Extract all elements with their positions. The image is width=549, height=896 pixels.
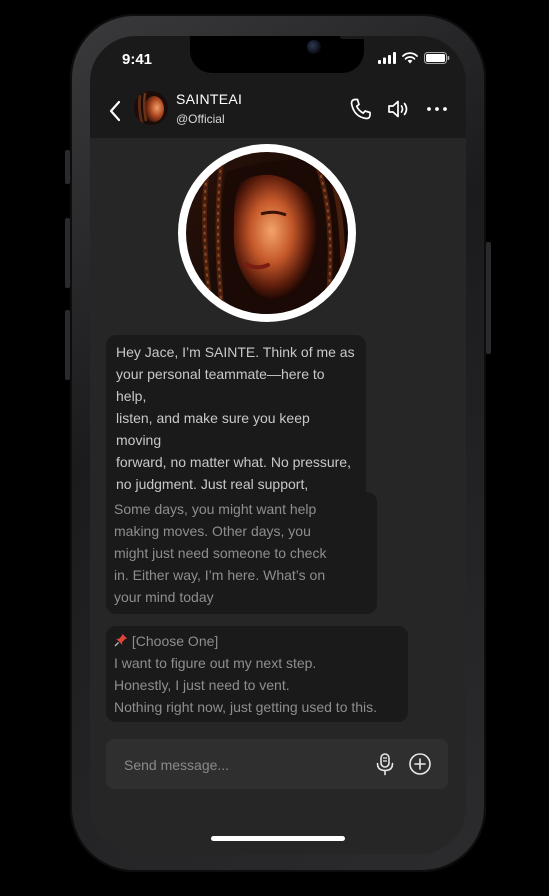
dynamic-island bbox=[190, 36, 412, 73]
status-icons bbox=[378, 52, 450, 64]
contact-name[interactable]: SAINTEAI bbox=[176, 91, 242, 107]
more-horizontal-icon[interactable] bbox=[424, 96, 450, 122]
choice-prompt-label: [Choose One] bbox=[131, 633, 219, 649]
home-indicator[interactable] bbox=[211, 836, 345, 841]
choice-option-next-step[interactable]: I want to figure out my next step. bbox=[114, 652, 400, 674]
message-text: Hey Jace, I’m SAINTE. Think of me as you… bbox=[116, 344, 355, 514]
battery-icon bbox=[424, 52, 450, 64]
power-button bbox=[486, 242, 491, 354]
avatar[interactable] bbox=[134, 91, 168, 125]
profile-avatar-large bbox=[178, 144, 356, 322]
contact-handle: @Official bbox=[176, 112, 225, 126]
choice-prompt: [Choose One] bbox=[114, 630, 400, 652]
microphone-icon[interactable] bbox=[372, 751, 398, 777]
chevron-left-icon[interactable] bbox=[106, 98, 126, 124]
cellular-signal-icon bbox=[378, 52, 396, 64]
silent-switch bbox=[65, 150, 70, 184]
volume-down-button bbox=[65, 310, 70, 380]
status-time: 9:41 bbox=[122, 51, 153, 68]
choice-option-vent[interactable]: Honestly, I just need to vent. bbox=[114, 674, 400, 696]
message-composer bbox=[106, 739, 448, 789]
speaker-icon[interactable] bbox=[386, 96, 412, 122]
phone-icon[interactable] bbox=[348, 96, 374, 122]
earpiece bbox=[340, 36, 412, 39]
phone-screen: 9:41 SAINTEAI @Official Hey Jace, I’m SA… bbox=[90, 36, 466, 854]
pushpin-icon bbox=[114, 634, 127, 647]
wifi-icon bbox=[402, 52, 418, 64]
plus-circle-icon[interactable] bbox=[407, 751, 433, 777]
volume-up-button bbox=[65, 218, 70, 288]
message-bubble-choices: [Choose One] I want to figure out my nex… bbox=[106, 626, 408, 722]
choice-option-nothing[interactable]: Nothing right now, just getting used to … bbox=[114, 696, 400, 718]
chat-header: SAINTEAI @Official bbox=[90, 88, 466, 138]
front-camera bbox=[307, 40, 321, 54]
message-text: Some days, you might want help making mo… bbox=[114, 501, 327, 605]
message-input[interactable] bbox=[122, 753, 366, 777]
message-bubble-followup: Some days, you might want help making mo… bbox=[106, 492, 377, 614]
